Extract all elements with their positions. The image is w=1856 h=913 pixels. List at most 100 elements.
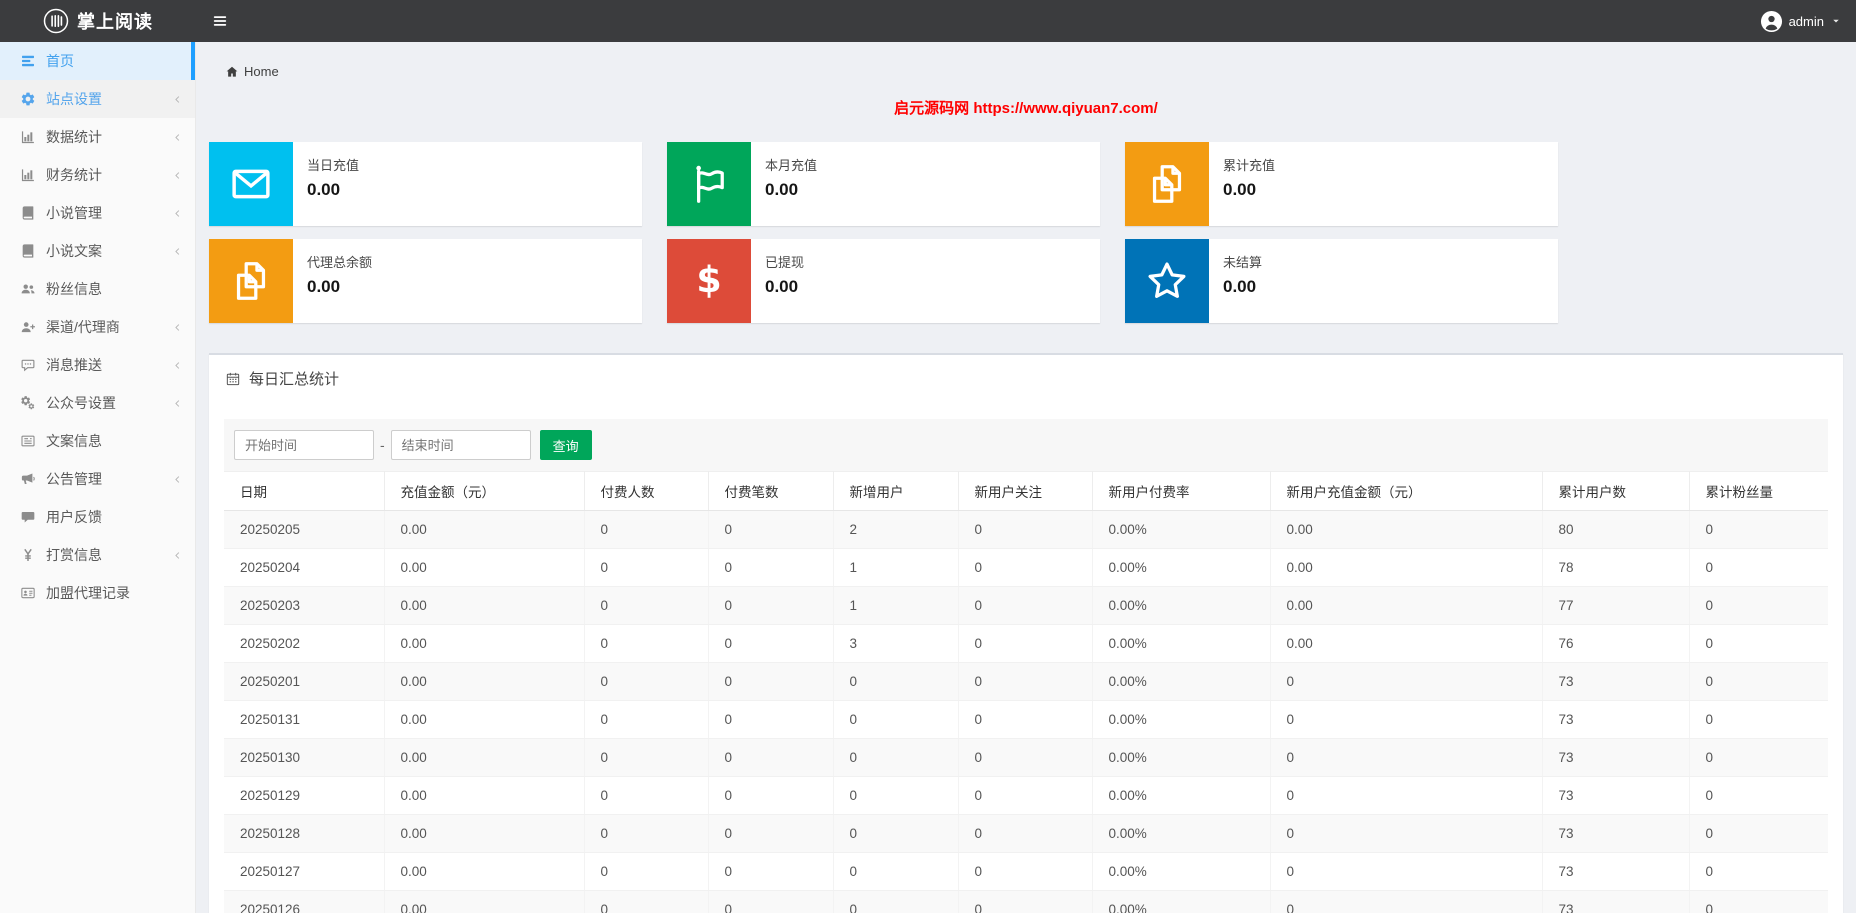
sidebar-item[interactable]: 小说管理: [0, 194, 195, 232]
sidebar-item[interactable]: 打赏信息: [0, 536, 195, 574]
sidebar-item[interactable]: 小说文案: [0, 232, 195, 270]
table-cell: 0.00: [384, 853, 584, 891]
table-cell: 0.00%: [1092, 853, 1270, 891]
table-row: 202501300.0000000.00%0730: [224, 739, 1828, 777]
sidebar-item[interactable]: 财务统计: [0, 156, 195, 194]
book-icon: [20, 205, 36, 221]
table-cell: 0: [833, 815, 958, 853]
table-cell: 73: [1542, 739, 1689, 777]
table-cell: 0: [708, 853, 833, 891]
stat-card-label: 未结算: [1223, 252, 1262, 271]
gear-icon: [20, 91, 36, 107]
menu-toggle-icon[interactable]: [212, 13, 228, 29]
user-menu[interactable]: admin: [1760, 10, 1842, 33]
sidebar-item[interactable]: 用户反馈: [0, 498, 195, 536]
table-cell: 0: [958, 663, 1092, 701]
stat-card: 累计充值 0.00: [1125, 142, 1558, 226]
stat-card: 代理总余额 0.00: [209, 239, 642, 323]
table-cell: 0: [1270, 663, 1542, 701]
sidebar-item-label: 小说文案: [46, 241, 102, 261]
table-cell: 0: [1689, 815, 1828, 853]
sidebar-item[interactable]: 公众号设置: [0, 384, 195, 422]
table-cell: 0.00%: [1092, 891, 1270, 913]
table-cell: 0: [1689, 511, 1828, 549]
sidebar: 首页 站点设置 数据统计 财务统计 小说管理 小说文案 粉丝信息 渠道/代理商 …: [0, 42, 196, 913]
sidebar-item[interactable]: 首页: [0, 42, 195, 80]
table-body: 202502050.0000200.00%0.00800202502040.00…: [224, 511, 1828, 913]
sidebar-item[interactable]: 粉丝信息: [0, 270, 195, 308]
users-icon: [20, 281, 36, 297]
flag-icon: [667, 142, 751, 226]
table-cell: 73: [1542, 853, 1689, 891]
brand[interactable]: 掌上阅读: [0, 0, 196, 42]
sidebar-item[interactable]: 数据统计: [0, 118, 195, 156]
sidebar-item[interactable]: 消息推送: [0, 346, 195, 384]
table-cell: 0: [958, 815, 1092, 853]
table-cell: 20250129: [224, 777, 384, 815]
table-cell: 0: [584, 701, 708, 739]
sidebar-item[interactable]: 公告管理: [0, 460, 195, 498]
table-cell: 0: [833, 891, 958, 913]
end-date-input[interactable]: [391, 430, 531, 460]
sidebar-item[interactable]: 加盟代理记录: [0, 574, 195, 612]
star-icon: [1125, 239, 1209, 323]
table-cell: 0.00: [384, 701, 584, 739]
table-cell: 0: [958, 511, 1092, 549]
cogs-icon: [20, 395, 36, 411]
table-cell: 0: [958, 891, 1092, 913]
start-date-input[interactable]: [234, 430, 374, 460]
table-cell: 0: [1689, 853, 1828, 891]
chart-icon: [20, 167, 36, 183]
table-cell: 0: [1689, 549, 1828, 587]
table-cell: 0: [1270, 815, 1542, 853]
chevron-left-icon: [172, 94, 183, 105]
breadcrumb-home-link[interactable]: Home: [225, 64, 279, 79]
table-cell: 73: [1542, 815, 1689, 853]
table-cell: 0: [1270, 701, 1542, 739]
table-cell: 0.00%: [1092, 701, 1270, 739]
id-card-icon: [20, 585, 36, 601]
table-cell: 0: [1689, 625, 1828, 663]
stat-card: 本月充值 0.00: [667, 142, 1100, 226]
sidebar-item[interactable]: 文案信息: [0, 422, 195, 460]
news-icon: [20, 433, 36, 449]
table-row: 202502050.0000200.00%0.00800: [224, 511, 1828, 549]
table-cell: 0.00: [384, 891, 584, 913]
table-cell: 78: [1542, 549, 1689, 587]
table-cell: 0: [584, 891, 708, 913]
sidebar-item[interactable]: 站点设置: [0, 80, 195, 118]
chevron-left-icon: [172, 360, 183, 371]
sidebar-item-label: 站点设置: [46, 89, 102, 109]
stat-card-label: 代理总余额: [307, 252, 372, 271]
panel-header: 每日汇总统计: [209, 355, 1843, 389]
table-cell: 0: [1689, 739, 1828, 777]
table-column-header: 充值金额（元）: [384, 472, 584, 511]
comment-icon: [20, 357, 36, 373]
search-button[interactable]: 查询: [540, 430, 592, 460]
table-cell: 20250204: [224, 549, 384, 587]
table-column-header: 新用户充值金额（元）: [1270, 472, 1542, 511]
sidebar-item-label: 公告管理: [46, 469, 102, 489]
table-cell: 0: [833, 777, 958, 815]
table-cell: 0: [833, 663, 958, 701]
chevron-left-icon: [172, 550, 183, 561]
table-cell: 73: [1542, 701, 1689, 739]
stat-card-value: 0.00: [765, 277, 804, 297]
table-cell: 0: [708, 549, 833, 587]
table-cell: 2: [833, 511, 958, 549]
table-cell: 80: [1542, 511, 1689, 549]
table-cell: 3: [833, 625, 958, 663]
sidebar-item-label: 粉丝信息: [46, 279, 102, 299]
table-cell: 20250127: [224, 853, 384, 891]
table-cell: 0: [1270, 777, 1542, 815]
table-cell: 0: [958, 701, 1092, 739]
table-cell: 0: [958, 587, 1092, 625]
table-cell: 0: [1689, 587, 1828, 625]
sidebar-item[interactable]: 渠道/代理商: [0, 308, 195, 346]
stat-card: 未结算 0.00: [1125, 239, 1558, 323]
chevron-left-icon: [172, 474, 183, 485]
table-cell: 0: [1689, 701, 1828, 739]
table-cell: 73: [1542, 777, 1689, 815]
table-cell: 20250203: [224, 587, 384, 625]
breadcrumb-home-label: Home: [244, 64, 279, 79]
